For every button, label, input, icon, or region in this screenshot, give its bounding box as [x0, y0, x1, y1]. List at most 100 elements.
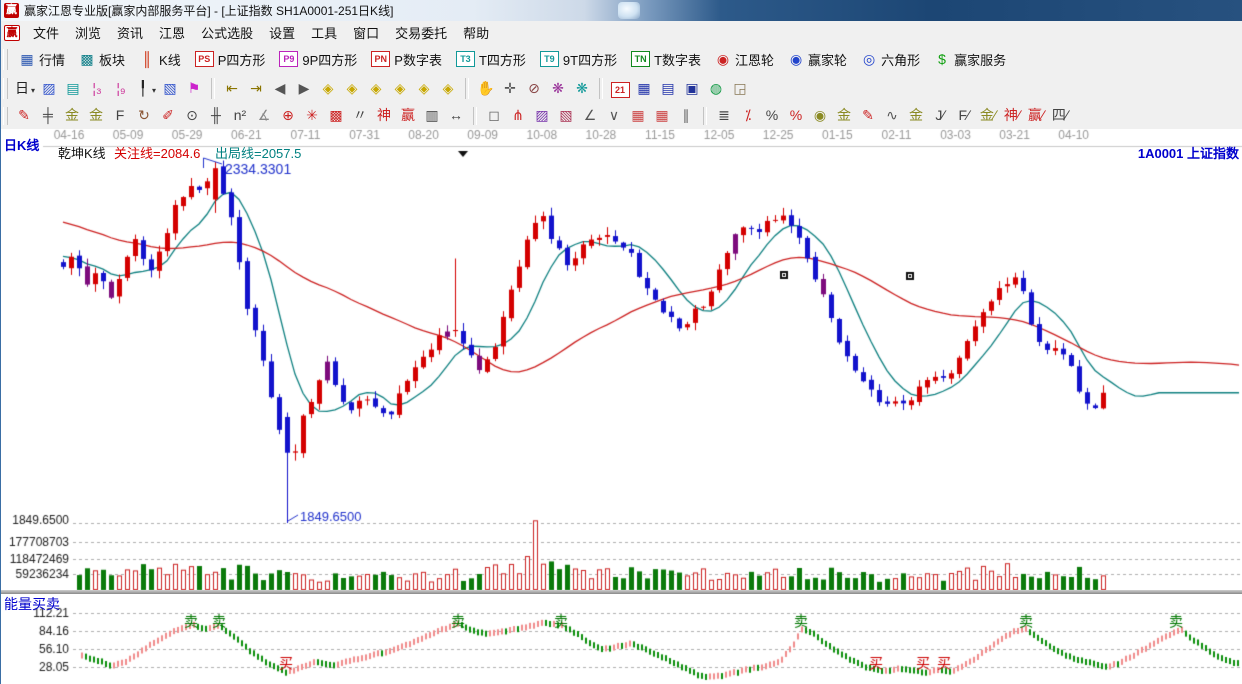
tool-scale-icon[interactable]: ≣ — [713, 105, 735, 127]
menu-item-3[interactable]: 江恩 — [151, 23, 193, 44]
tool-web-box-icon[interactable]: ▩ — [325, 105, 347, 127]
tool-angle-mirror-icon[interactable]: ∡ — [253, 105, 275, 127]
tool-ruler-icon[interactable]: ▥ — [421, 105, 443, 127]
sector-button[interactable]: ▩ 板块 — [72, 47, 132, 72]
tool-spiral-icon[interactable]: ↻ — [133, 105, 155, 127]
zone-icon[interactable]: ▨ — [38, 78, 60, 100]
menu-item-9[interactable]: 帮助 — [455, 23, 497, 44]
tool-percent-icon[interactable]: % — [761, 105, 783, 127]
tool-grid-icon[interactable]: ╪ — [37, 105, 59, 127]
tool-n2-icon[interactable]: n² — [229, 105, 251, 127]
tool-target-icon[interactable]: ⊕ — [277, 105, 299, 127]
tool-shen-angle-icon[interactable]: 神∕ — [1001, 105, 1023, 127]
mind-purple-icon[interactable]: ❋ — [547, 78, 569, 100]
tool-j-angle-icon[interactable]: J∕ — [929, 105, 951, 127]
tool-grid-red-icon[interactable]: ▦ — [627, 105, 649, 127]
tool-pen-icon[interactable]: ✎ — [13, 105, 35, 127]
bars-3-icon[interactable]: ¦₃ — [86, 78, 108, 100]
tool-f-angle-icon[interactable]: F∕ — [953, 105, 975, 127]
tool-win-angle-icon[interactable]: 赢∕ — [1025, 105, 1047, 127]
gann-wheel-button[interactable]: ◉ 江恩轮 — [708, 47, 781, 72]
diamond-collapse-icon[interactable]: ◈ — [389, 78, 411, 100]
mind-teal-icon[interactable]: ❋ — [571, 78, 593, 100]
web-doc-icon[interactable]: ◍ — [705, 78, 727, 100]
menu-item-7[interactable]: 窗口 — [345, 23, 387, 44]
diamond-expand-icon[interactable]: ◈ — [365, 78, 387, 100]
tool-gold-grid2-icon[interactable]: 金 — [85, 105, 107, 127]
tool-box-select-icon[interactable]: ◻ — [483, 105, 505, 127]
period-day-icon[interactable]: 日 ▾ — [13, 78, 36, 100]
prev-bar-icon[interactable]: ◀ — [269, 78, 291, 100]
gann-grid-icon[interactable]: ▧ — [159, 78, 181, 100]
hexagon-button[interactable]: ◎ 六角形 — [854, 47, 927, 72]
9p-square-button[interactable]: P9 9P四方形 — [272, 47, 364, 72]
tool-box-hatch-icon[interactable]: ▧ — [555, 105, 577, 127]
tool-grid2-icon[interactable]: ╫ — [205, 105, 227, 127]
tool-angle-line-icon[interactable]: ∠ — [579, 105, 601, 127]
9p-square-icon: P9 — [279, 51, 299, 67]
tool-si-angle-icon[interactable]: 四∕ — [1049, 105, 1071, 127]
kline-button[interactable]: ║ K线 — [132, 47, 188, 72]
vol-profile-icon[interactable]: ⚑ — [183, 78, 205, 100]
panel-splitter[interactable] — [1, 590, 1242, 594]
menu-item-2[interactable]: 资讯 — [109, 23, 151, 44]
notepad-icon[interactable]: ▤ — [657, 78, 679, 100]
9t-square-button[interactable]: T9 9T四方形 — [533, 47, 624, 72]
calculator-icon[interactable]: ▦ — [633, 78, 655, 100]
tool-gold-circle-icon[interactable]: ◉ — [809, 105, 831, 127]
menu-item-1[interactable]: 浏览 — [67, 23, 109, 44]
tool-f-grid-icon[interactable]: F — [109, 105, 131, 127]
tool-fan-box-icon[interactable]: ▨ — [531, 105, 553, 127]
p-table-button[interactable]: PN P数字表 — [364, 47, 449, 72]
winner-wheel-button[interactable]: ◉ 赢家轮 — [781, 47, 854, 72]
tool-wave-icon[interactable]: ∿ — [881, 105, 903, 127]
menu-item-6[interactable]: 工具 — [303, 23, 345, 44]
tool-quote-mark-icon[interactable]: 〃 — [349, 105, 371, 127]
next-bar-icon[interactable]: ▶ — [293, 78, 315, 100]
tool-percent-red-icon[interactable]: % — [785, 105, 807, 127]
info-icon[interactable]: ▤ — [62, 78, 84, 100]
first-bar-icon[interactable]: ⇤ — [221, 78, 243, 100]
p-square-button[interactable]: PS P四方形 — [188, 47, 273, 72]
diamond-left-icon[interactable]: ◈ — [317, 78, 339, 100]
tool-grid-red2-icon[interactable]: ▦ — [651, 105, 673, 127]
tool-percent7-icon[interactable]: ⁒ — [737, 105, 759, 127]
kline-chart-canvas[interactable] — [1, 129, 1242, 684]
candle-period-icon[interactable]: ╿ ▾ — [134, 78, 157, 100]
tool-span-icon[interactable]: ↔ — [445, 105, 467, 127]
bars-9-icon[interactable]: ¦₉ — [110, 78, 132, 100]
erase-pointer-icon[interactable]: ⊘ — [523, 78, 545, 100]
calendar-icon[interactable]: 21 — [609, 78, 631, 100]
crosshair-icon[interactable]: ✛ — [499, 78, 521, 100]
tool-gold-line-icon[interactable]: 金 — [833, 105, 855, 127]
user-doc-icon[interactable]: ◲ — [729, 78, 751, 100]
tool-gold-angle-icon[interactable]: 金∕ — [977, 105, 999, 127]
tool-pen2-icon[interactable]: ✐ — [157, 105, 179, 127]
tool-win-grid-icon[interactable]: 赢 — [397, 105, 419, 127]
menu-item-4[interactable]: 公式选股 — [193, 23, 261, 44]
tool-fan-icon[interactable]: ⋔ — [507, 105, 529, 127]
menu-item-0[interactable]: 文件 — [25, 23, 67, 44]
diamond-star-icon[interactable]: ◈ — [413, 78, 435, 100]
quote-button[interactable]: ▦ 行情 — [12, 47, 72, 72]
tool-pen3-icon[interactable]: ✎ — [857, 105, 879, 127]
menu-item-8[interactable]: 交易委托 — [387, 23, 455, 44]
tool-shen-grid-icon[interactable]: 神 — [373, 105, 395, 127]
tool-compass-icon[interactable]: ⊙ — [181, 105, 203, 127]
save-icon[interactable]: ▣ — [681, 78, 703, 100]
title-bar[interactable]: 赢 赢家江恩专业版[赢家内部服务平台] - [上证指数 SH1A0001-251… — [1, 0, 1242, 22]
diamond-right-icon[interactable]: ◈ — [341, 78, 363, 100]
tool-lines3-icon[interactable]: ∥ — [675, 105, 697, 127]
tool-gold-line2-icon[interactable]: 金 — [905, 105, 927, 127]
menu-item-5[interactable]: 设置 — [261, 23, 303, 44]
tool-check-line-icon[interactable]: ∨ — [603, 105, 625, 127]
t-square-button[interactable]: T3 T四方形 — [449, 47, 533, 72]
tool-gold-grid1-icon[interactable]: 金 — [61, 105, 83, 127]
last-bar-icon[interactable]: ⇥ — [245, 78, 267, 100]
tool-web-icon[interactable]: ✳ — [301, 105, 323, 127]
winner-service-button[interactable]: $ 赢家服务 — [927, 47, 1013, 72]
t-table-button[interactable]: TN T数字表 — [624, 47, 708, 72]
hand-icon[interactable]: ✋ — [475, 78, 497, 100]
diamond-cross-icon[interactable]: ◈ — [437, 78, 459, 100]
menu-logo-icon[interactable]: 赢 — [4, 24, 20, 41]
